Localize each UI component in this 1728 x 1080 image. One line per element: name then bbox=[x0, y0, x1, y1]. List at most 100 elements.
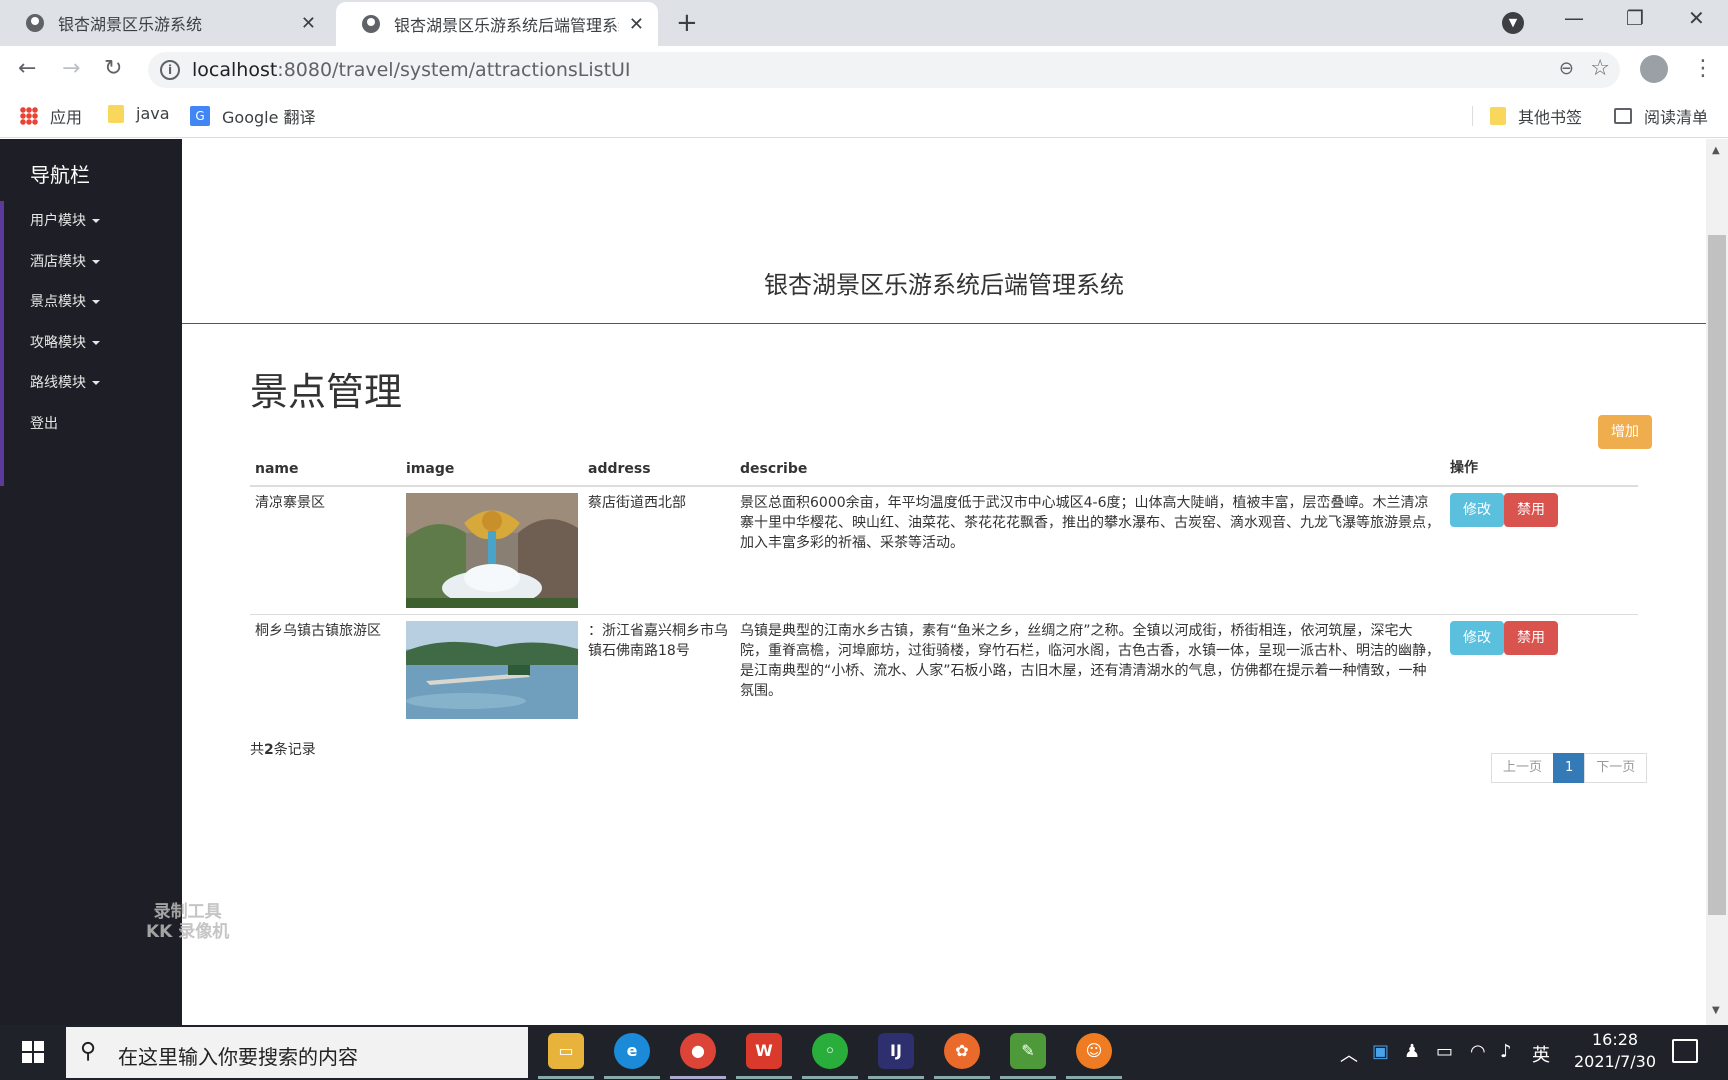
file-explorer-icon[interactable]: ▭ bbox=[548, 1033, 584, 1069]
browser-toolbar: ← → ↻ i localhost:8080/travel/system/att… bbox=[0, 46, 1728, 94]
wechat-icon[interactable]: ◦ bbox=[812, 1033, 848, 1069]
pager-page-1[interactable]: 1 bbox=[1553, 753, 1586, 783]
bookmarks-bar: 应用 java G Google 翻译 其他书签 阅读清单 bbox=[0, 94, 1728, 138]
forward-arrow-icon[interactable]: → bbox=[62, 56, 80, 81]
ban-button[interactable]: 禁用 bbox=[1504, 621, 1558, 655]
site-title: 银杏湖景区乐游系统后端管理系统 bbox=[764, 271, 1124, 299]
ime-indicator[interactable]: 英 bbox=[1532, 1041, 1550, 1067]
attractions-table: name image address describe 操作 清凉寨景区 蔡店街… bbox=[250, 449, 1638, 742]
running-app-indicator bbox=[934, 1076, 990, 1079]
bookmark-label: 其他书签 bbox=[1518, 108, 1583, 127]
sidebar-item-label: 酒店模块 bbox=[30, 253, 86, 270]
running-app-indicator bbox=[604, 1076, 660, 1079]
main-content: 银杏湖景区乐游系统后端管理系统 景点管理 增加 name image addre… bbox=[182, 139, 1706, 1025]
cell-name: 清凉寨景区 bbox=[250, 485, 401, 615]
page-scrollbar[interactable]: ▲ ▼ bbox=[1706, 139, 1728, 1025]
caret-down-icon bbox=[92, 381, 100, 385]
kk-recorder-icon[interactable]: ☺ bbox=[1076, 1033, 1112, 1069]
pagination: 上一页 1 下一页 bbox=[1491, 753, 1648, 783]
cell-actions: 修改 禁用 bbox=[1445, 614, 1638, 742]
intellij-idea-icon[interactable]: IJ bbox=[878, 1033, 914, 1069]
edit-button[interactable]: 修改 bbox=[1450, 621, 1504, 655]
battery-icon[interactable]: ▭ bbox=[1436, 1041, 1453, 1062]
reload-icon[interactable]: ↻ bbox=[104, 56, 122, 81]
volume-icon[interactable]: ♪ bbox=[1500, 1041, 1512, 1062]
edge-browser-icon[interactable]: e bbox=[614, 1033, 650, 1069]
sidebar-item-route[interactable]: 路线模块 bbox=[4, 363, 182, 404]
back-arrow-icon[interactable]: ← bbox=[18, 56, 36, 81]
add-button[interactable]: 增加 bbox=[1598, 415, 1652, 449]
running-app-indicator bbox=[868, 1076, 924, 1079]
running-app-indicator bbox=[736, 1076, 792, 1079]
caret-down-icon bbox=[92, 219, 100, 223]
tray-overflow-chevron-icon[interactable]: ︿ bbox=[1340, 1041, 1358, 1067]
chrome-browser-icon[interactable]: ● bbox=[680, 1033, 716, 1069]
clock-date: 2021/7/30 bbox=[1574, 1052, 1657, 1071]
sidebar-item-user[interactable]: 用户模块 bbox=[4, 201, 182, 242]
browser-tab-frontend[interactable]: 银杏湖景区乐游系统 ✕ bbox=[0, 0, 330, 46]
address-bar[interactable]: i localhost:8080/travel/system/attractio… bbox=[148, 52, 1620, 88]
taskbar-clock[interactable]: 16:28 2021/7/30 bbox=[1574, 1029, 1656, 1073]
sidebar-item-guide[interactable]: 攻略模块 bbox=[4, 323, 182, 364]
tab-close-icon[interactable]: ✕ bbox=[629, 14, 644, 35]
table-header-row: name image address describe 操作 bbox=[250, 449, 1638, 487]
running-app-indicator bbox=[670, 1076, 726, 1079]
scroll-up-arrow-icon[interactable]: ▲ bbox=[1712, 145, 1720, 156]
running-app-indicator bbox=[538, 1076, 594, 1079]
running-app-indicator bbox=[1066, 1076, 1122, 1079]
bookmark-other[interactable]: 其他书签 bbox=[1490, 104, 1582, 128]
notification-center-icon[interactable] bbox=[1672, 1039, 1698, 1063]
bookmark-star-icon[interactable]: ☆ bbox=[1590, 56, 1610, 81]
cell-describe: 景区总面积6000余亩，年平均温度低于武汉市中心城区4-6度；山体高大陡峭，植被… bbox=[735, 485, 1445, 615]
sidebar-item-label: 登出 bbox=[30, 415, 58, 432]
window-close-icon[interactable]: ✕ bbox=[1688, 6, 1705, 30]
tray-qq-icon[interactable]: ♟ bbox=[1404, 1041, 1420, 1062]
column-header-describe: describe bbox=[735, 449, 1445, 487]
new-tab-plus-icon[interactable]: + bbox=[676, 8, 698, 38]
recorder-watermark: 录制工具 KK 录像机 bbox=[146, 902, 229, 942]
pager-next-button[interactable]: 下一页 bbox=[1584, 753, 1648, 783]
ban-button[interactable]: 禁用 bbox=[1504, 493, 1558, 527]
profile-avatar-icon[interactable] bbox=[1640, 55, 1668, 83]
tab-close-icon[interactable]: ✕ bbox=[301, 13, 316, 34]
record-count-prefix: 共 bbox=[250, 742, 264, 758]
bookmark-label: java bbox=[136, 104, 170, 123]
wps-office-icon[interactable]: W bbox=[746, 1033, 782, 1069]
zoom-magnifier-icon[interactable]: ⊖ bbox=[1559, 58, 1574, 79]
sidebar-item-logout[interactable]: 登出 bbox=[4, 404, 182, 445]
caret-down-icon bbox=[92, 300, 100, 304]
record-count-number: 2 bbox=[264, 742, 274, 758]
browser-tab-admin[interactable]: 银杏湖景区乐游系统后端管理系统 ✕ bbox=[336, 2, 658, 46]
site-info-icon[interactable]: i bbox=[160, 60, 180, 80]
tray-app-icon[interactable]: ▣ bbox=[1372, 1041, 1389, 1062]
browser-tab-strip: 银杏湖景区乐游系统 ✕ 银杏湖景区乐游系统后端管理系统 ✕ + ▼ — ❐ ✕ bbox=[0, 0, 1728, 46]
url-text[interactable]: localhost:8080/travel/system/attractions… bbox=[192, 59, 631, 81]
bookmark-google-translate[interactable]: G Google 翻译 bbox=[190, 104, 316, 128]
url-host: localhost bbox=[192, 59, 278, 81]
edit-button[interactable]: 修改 bbox=[1450, 493, 1504, 527]
pager-prev-button[interactable]: 上一页 bbox=[1491, 753, 1555, 783]
network-icon[interactable]: ◠ bbox=[1470, 1041, 1486, 1062]
sidebar-item-attraction[interactable]: 景点模块 bbox=[4, 282, 182, 323]
restore-icon[interactable]: ❐ bbox=[1626, 6, 1644, 30]
browser-menu-kebab-icon[interactable]: ⋮ bbox=[1692, 56, 1714, 81]
tab-search-chevron-icon[interactable]: ▼ bbox=[1502, 12, 1524, 34]
bookmark-reading-list[interactable]: 阅读清单 bbox=[1614, 104, 1708, 128]
scroll-down-arrow-icon[interactable]: ▼ bbox=[1712, 1005, 1720, 1016]
taskbar-search-box[interactable]: ⚲ 在这里输入你要搜索的内容 bbox=[66, 1027, 528, 1078]
bookmark-java[interactable]: java bbox=[108, 104, 170, 123]
running-app-indicator bbox=[802, 1076, 858, 1079]
caret-down-icon bbox=[92, 340, 100, 345]
bookmark-apps[interactable]: 应用 bbox=[20, 104, 82, 128]
notepad-app-icon[interactable]: ✎ bbox=[1010, 1033, 1046, 1069]
site-header: 银杏湖景区乐游系统后端管理系统 bbox=[182, 139, 1706, 324]
sidebar-item-label: 攻略模块 bbox=[30, 334, 86, 351]
sidebar-item-hotel[interactable]: 酒店模块 bbox=[4, 242, 182, 283]
scrollbar-thumb[interactable] bbox=[1708, 235, 1726, 915]
minimize-icon[interactable]: — bbox=[1564, 6, 1584, 30]
photo-app-icon[interactable]: ✿ bbox=[944, 1033, 980, 1069]
sidebar: 导航栏 用户模块 酒店模块 景点模块 攻略模块 路线模块 登出 bbox=[0, 139, 182, 1025]
sidebar-item-label: 景点模块 bbox=[30, 294, 86, 310]
table-row: 桐乡乌镇古镇旅游区 ：浙江省嘉兴桐乡市乌镇石佛南路18号 乌镇是典型的江南水乡古… bbox=[250, 614, 1638, 742]
windows-start-icon[interactable] bbox=[22, 1041, 44, 1063]
